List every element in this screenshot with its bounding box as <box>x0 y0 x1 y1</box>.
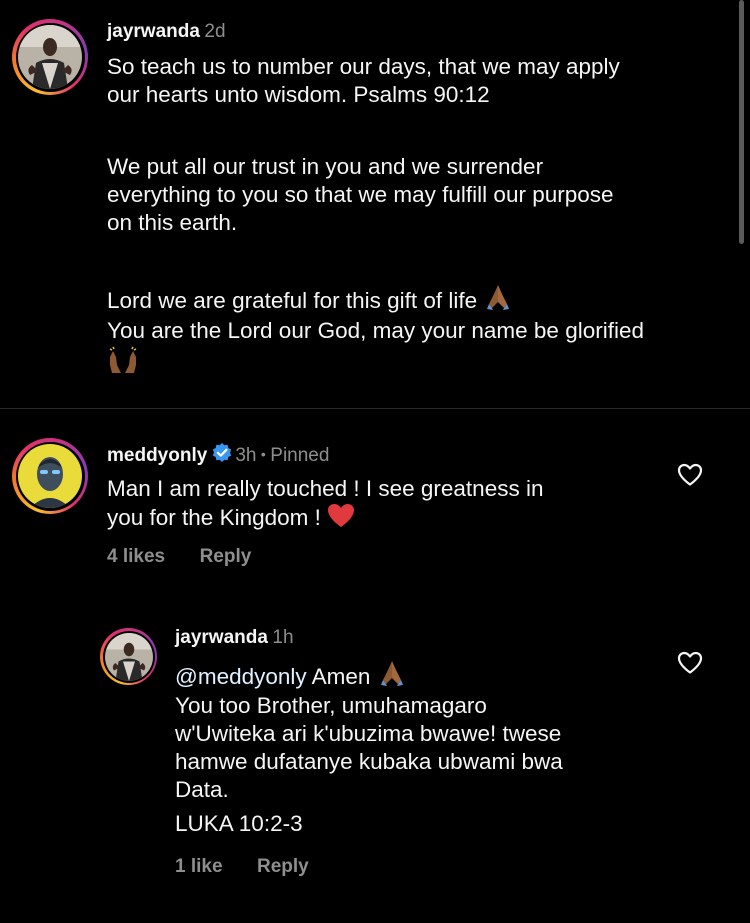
comment-text: Amen <box>306 664 371 689</box>
comment-username[interactable]: jayrwanda <box>107 21 200 42</box>
comment-line: LUKA 10:2-3 <box>175 811 303 836</box>
avatar-jayrwanda[interactable] <box>100 628 157 685</box>
comment-timestamp: 3h <box>235 445 257 466</box>
reply-button[interactable]: Reply <box>257 856 309 877</box>
comment-line: Lord we are grateful for this gift of li… <box>107 288 478 313</box>
comment-line: you for the Kingdom ! <box>107 505 321 530</box>
comment-line: on this earth. <box>107 210 238 235</box>
avatar-meddyonly[interactable] <box>12 438 88 514</box>
comment-username[interactable]: jayrwanda <box>175 627 268 648</box>
like-heart-icon[interactable] <box>677 651 703 675</box>
comment-line: You too Brother, umuhamagaro <box>175 693 487 718</box>
avatar-photo-jayrwanda <box>104 632 153 681</box>
mention-link[interactable]: @meddyonly <box>175 664 307 689</box>
scrollbar[interactable] <box>739 0 744 244</box>
comment-body: Man I am really touched ! I see greatnes… <box>107 475 667 532</box>
folded-hands-emoji <box>487 285 510 310</box>
verified-badge-icon <box>213 443 232 462</box>
comment-username[interactable]: meddyonly <box>107 445 207 466</box>
comment-line: hamwe dufatanye kubaka ubwami bwa <box>175 749 563 774</box>
comment-body: So teach us to number our days, that we … <box>107 53 727 375</box>
comment-line: Man I am really touched ! I see greatnes… <box>107 476 544 501</box>
comment-line: our hearts unto wisdom. Psalms 90:12 <box>107 82 490 107</box>
comment-timestamp: 1h <box>272 627 294 648</box>
folded-hands-emoji <box>380 661 403 686</box>
comment-line: We put all our trust in you and we surre… <box>107 154 544 179</box>
thread-divider <box>0 408 750 409</box>
comment-line: So teach us to number our days, that we … <box>107 54 620 79</box>
avatar-jayrwanda[interactable] <box>12 19 88 95</box>
likes-count[interactable]: 1 like <box>175 856 223 877</box>
comment-line: You are the Lord our God, may your name … <box>107 318 644 343</box>
like-heart-icon[interactable] <box>677 463 703 487</box>
pinned-label: Pinned <box>270 445 330 466</box>
comment-timestamp: 2d <box>204 21 226 42</box>
comment-body: @meddyonly Amen You too Brother, umuhama… <box>175 658 675 838</box>
comments-screen: jayrwanda 2d So teach us to number our d… <box>0 0 750 923</box>
comment-line: Data. <box>175 777 229 802</box>
comment-line: w'Uwiteka ari k'ubuzima bwawe! twese <box>175 721 562 746</box>
reply-button[interactable]: Reply <box>200 546 252 567</box>
raising-hands-emoji <box>109 346 137 373</box>
likes-count[interactable]: 4 likes <box>107 546 165 567</box>
avatar-photo-jayrwanda <box>18 25 82 89</box>
meta-separator: • <box>260 446 266 462</box>
comment-line: everything to you so that we may fulfill… <box>107 182 614 207</box>
red-heart-emoji <box>328 504 355 527</box>
avatar-photo-meddyonly <box>18 444 82 508</box>
